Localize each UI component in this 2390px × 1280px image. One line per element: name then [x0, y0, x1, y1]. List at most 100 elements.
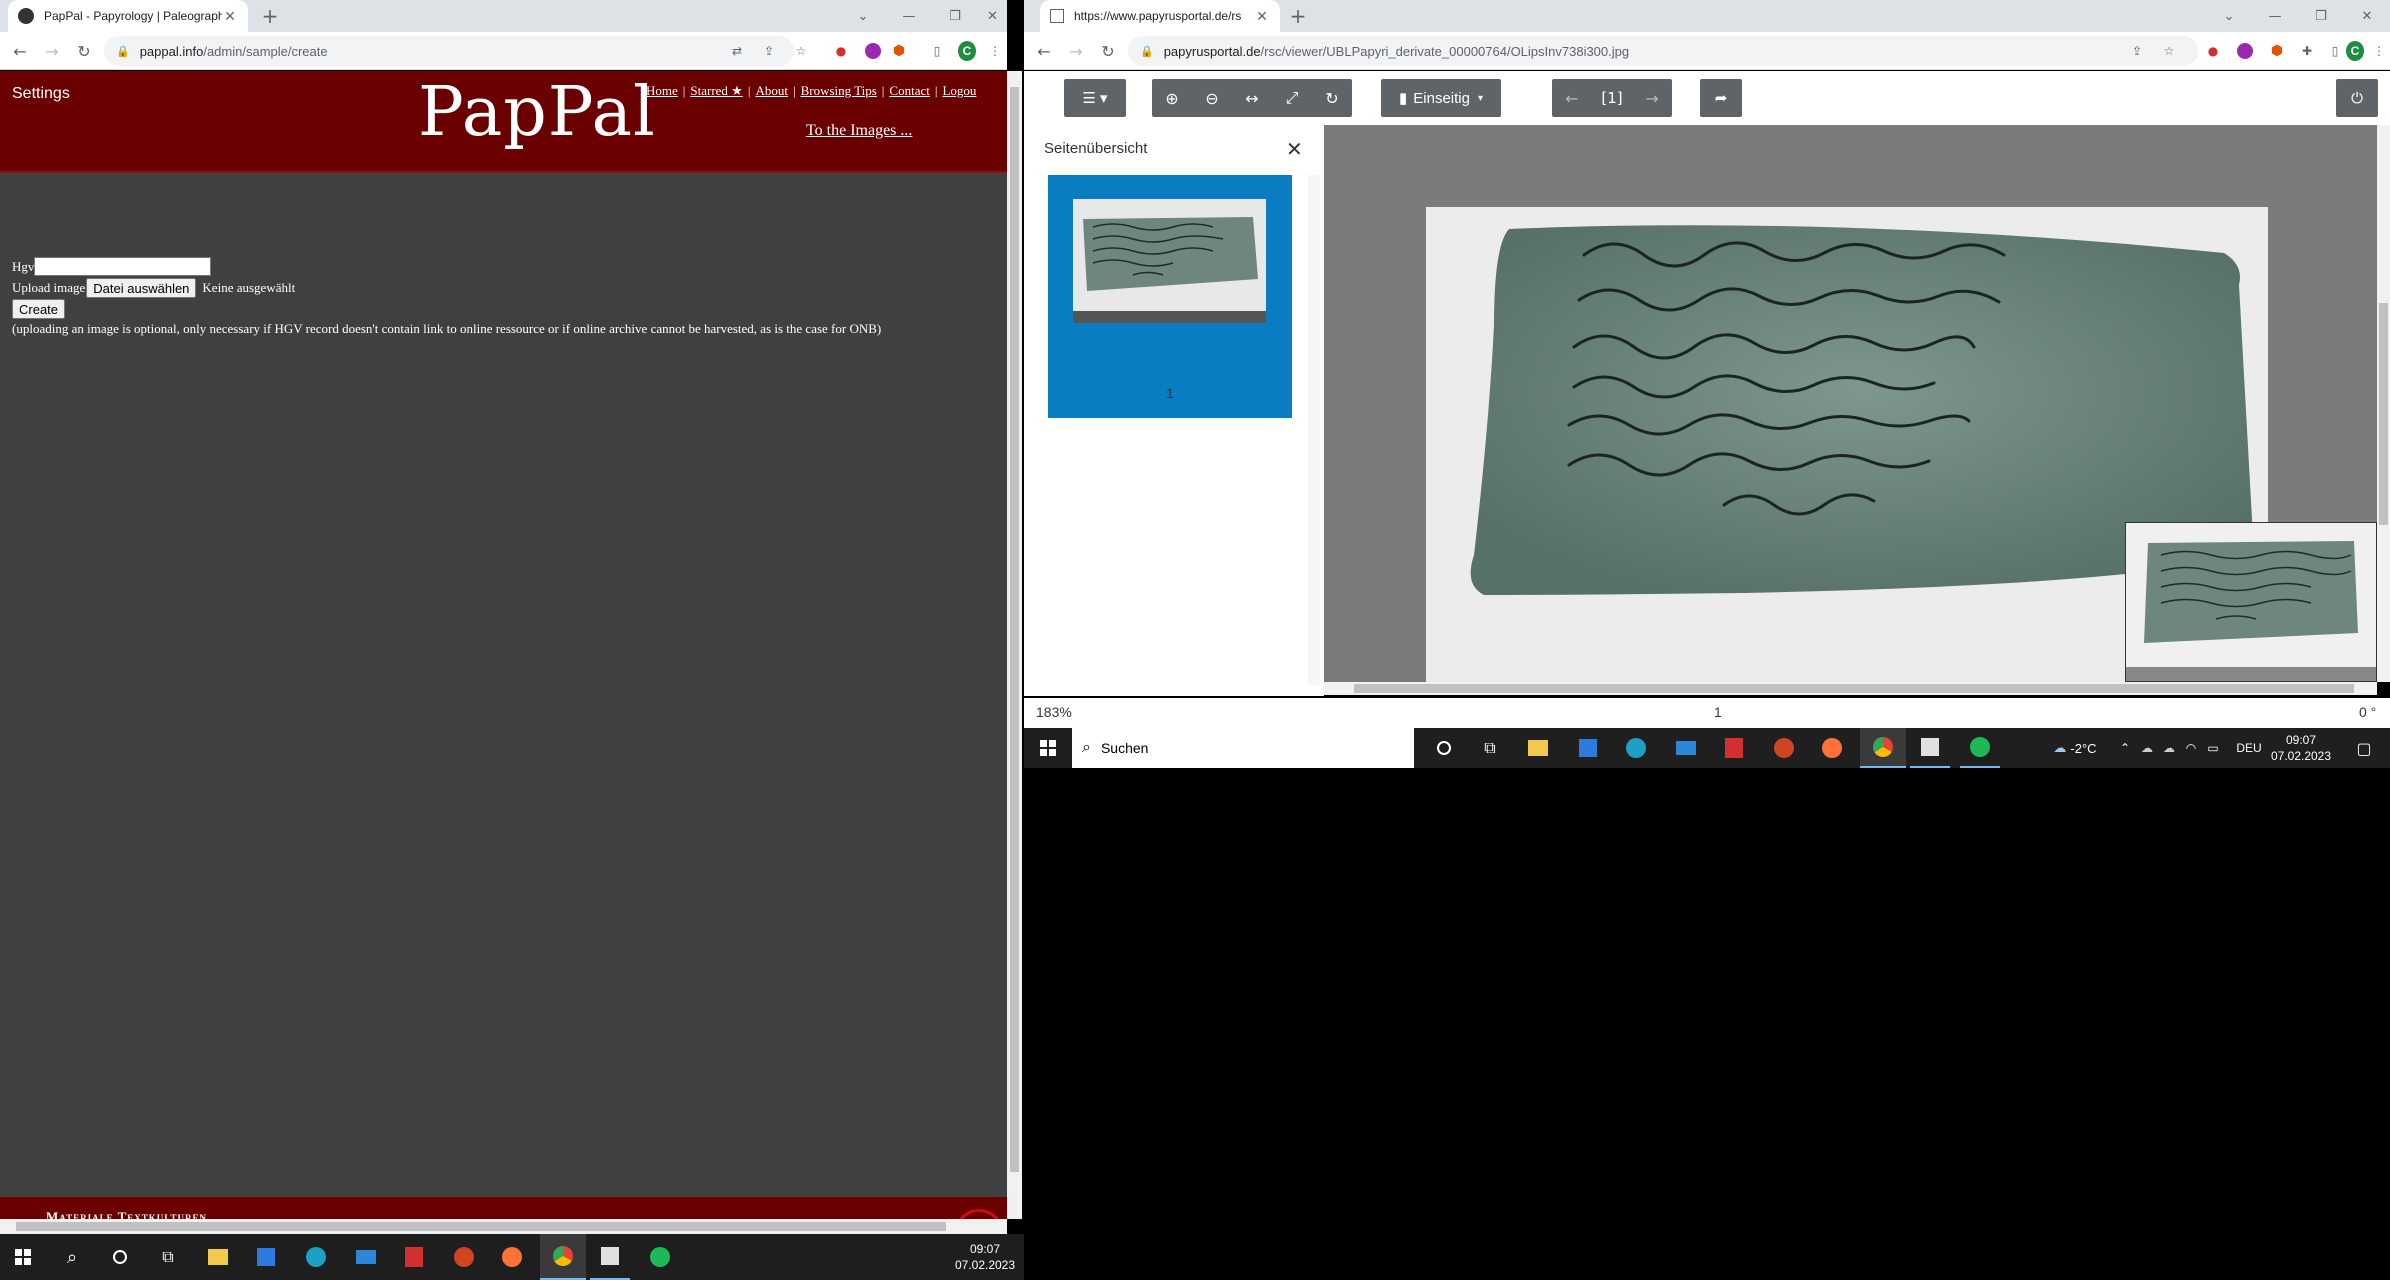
- extension-red-icon[interactable]: ●: [832, 42, 850, 60]
- close-icon[interactable]: ✕: [1254, 8, 1270, 24]
- create-button[interactable]: Create: [12, 299, 66, 319]
- start-windows-icon[interactable]: [0, 1234, 46, 1280]
- left-tab-pappal[interactable]: PapPal - Papyrology | Paleograph ✕: [8, 0, 248, 32]
- viewer-menu-button[interactable]: ☰ ▾: [1064, 79, 1126, 117]
- side-panel-icon[interactable]: ▯: [928, 42, 946, 60]
- share-icon[interactable]: ⇪: [760, 42, 778, 60]
- chrome-icon[interactable]: [1860, 728, 1906, 768]
- file-explorer-icon[interactable]: [1518, 728, 1558, 768]
- minimize-button[interactable]: —: [2252, 0, 2298, 32]
- reload-icon[interactable]: ↻: [72, 39, 96, 63]
- power-button[interactable]: ⏻: [2336, 79, 2378, 117]
- cloud-sync-icon[interactable]: ☁: [2158, 728, 2180, 768]
- extension-orange-icon[interactable]: ⬢: [890, 42, 908, 60]
- restore-button[interactable]: ❐: [932, 0, 978, 32]
- tab-search-icon[interactable]: ⌄: [840, 0, 886, 32]
- image-canvas[interactable]: [1324, 125, 2377, 682]
- page-thumbnail-1[interactable]: 1: [1048, 175, 1292, 418]
- battery-icon[interactable]: ▭: [2202, 728, 2224, 768]
- sidebar-scrollbar[interactable]: [1308, 175, 1320, 685]
- reload-icon[interactable]: ↻: [1096, 39, 1120, 63]
- fit-width-icon[interactable]: ↔: [1232, 79, 1272, 117]
- restore-button[interactable]: ❐: [2298, 0, 2344, 32]
- close-sidebar-icon[interactable]: ✕: [1286, 137, 1303, 161]
- acrobat-icon[interactable]: [394, 1234, 434, 1280]
- star-icon[interactable]: ☆: [792, 42, 810, 60]
- zoom-out-icon[interactable]: ⊖: [1192, 79, 1232, 117]
- menu-dots-icon[interactable]: ⋮: [2370, 42, 2388, 60]
- cortana-icon[interactable]: [100, 1234, 140, 1280]
- cortana-icon[interactable]: [1424, 728, 1464, 768]
- page-indicator[interactable]: [1]: [1592, 79, 1632, 117]
- store-icon[interactable]: [246, 1234, 286, 1280]
- left-vertical-scrollbar[interactable]: [1007, 71, 1022, 1219]
- share-button[interactable]: ➦: [1700, 79, 1742, 117]
- viewer-scroll-thumb[interactable]: [2379, 303, 2388, 525]
- acrobat-icon[interactable]: [1714, 728, 1754, 768]
- share-icon[interactable]: ⇪: [2128, 42, 2146, 60]
- viewer-horizontal-scrollbar[interactable]: [1324, 682, 2377, 695]
- next-page-icon[interactable]: →: [1632, 79, 1672, 117]
- profile-avatar[interactable]: C: [2346, 41, 2364, 61]
- right-taskbar-clock[interactable]: 09:07 07.02.2023: [2266, 732, 2336, 764]
- window-close-button[interactable]: ✕: [2344, 0, 2390, 32]
- extension-purple-icon[interactable]: [864, 42, 882, 60]
- viewer-hscroll-thumb[interactable]: [1354, 684, 2354, 693]
- translate-icon[interactable]: ⇄: [728, 42, 746, 60]
- onedrive-icon[interactable]: ☁: [2136, 728, 2158, 768]
- nav-starred[interactable]: Starred ★: [690, 83, 742, 98]
- nav-contact[interactable]: Contact: [889, 83, 929, 98]
- fit-page-icon[interactable]: ⤢: [1272, 79, 1312, 117]
- choose-file-button[interactable]: Datei auswählen: [86, 278, 197, 298]
- left-hscroll-thumb[interactable]: [16, 1222, 946, 1231]
- file-explorer-icon[interactable]: [198, 1234, 238, 1280]
- new-tab-button[interactable]: +: [258, 4, 282, 28]
- rotate-icon[interactable]: ↻: [1312, 79, 1352, 117]
- to-images-link[interactable]: To the Images ...: [806, 122, 912, 140]
- start-windows-icon[interactable]: [1024, 728, 1072, 768]
- left-taskbar-clock[interactable]: 09:07 07.02.2023: [950, 1241, 1020, 1273]
- previous-page-icon[interactable]: ←: [1552, 79, 1592, 117]
- settings-link[interactable]: Settings: [12, 85, 70, 103]
- firefox-icon[interactable]: [492, 1234, 532, 1280]
- forward-icon[interactable]: →: [40, 39, 64, 63]
- star-icon[interactable]: ☆: [2160, 42, 2178, 60]
- tab-search-icon[interactable]: ⌄: [2206, 0, 2252, 32]
- nav-logout[interactable]: Logou: [942, 83, 976, 98]
- hgv-input[interactable]: [34, 257, 212, 276]
- chrome-icon[interactable]: [540, 1234, 586, 1280]
- taskbar-search-box[interactable]: ⌕ Suchen: [1072, 728, 1414, 768]
- extension-orange-icon[interactable]: ⬢: [2268, 42, 2286, 60]
- pappal-logo[interactable]: PapPal: [418, 73, 656, 152]
- mail-icon[interactable]: [346, 1234, 386, 1280]
- viewer-vertical-scrollbar[interactable]: [2377, 125, 2390, 682]
- layout-dropdown[interactable]: ▮ Einseitig ▾: [1381, 79, 1501, 117]
- weather-icon[interactable]: ☁ -2°C: [2040, 728, 2110, 768]
- powerpoint-icon[interactable]: [1764, 728, 1804, 768]
- task-view-icon[interactable]: ⧉: [148, 1234, 188, 1280]
- nav-browsing-tips[interactable]: Browsing Tips: [801, 83, 877, 98]
- left-address-bar[interactable]: 🔒 pappal.info/admin/sample/create: [104, 36, 794, 66]
- zoom-in-icon[interactable]: ⊕: [1152, 79, 1192, 117]
- new-tab-button[interactable]: +: [1286, 4, 1310, 28]
- powerpoint-icon[interactable]: [444, 1234, 484, 1280]
- window-close-button[interactable]: ✕: [978, 0, 1007, 32]
- wifi-icon[interactable]: ◠: [2180, 728, 2202, 768]
- extension-red-icon[interactable]: ●: [2204, 42, 2222, 60]
- left-scroll-thumb[interactable]: [1010, 87, 1019, 1172]
- mail-icon[interactable]: [1666, 728, 1706, 768]
- navigator-minimap[interactable]: [2125, 522, 2377, 682]
- edge-icon[interactable]: [296, 1234, 336, 1280]
- notification-icon[interactable]: ▢: [2344, 728, 2384, 768]
- right-tab-papyrusportal[interactable]: https://www.papyrusportal.de/rs ✕: [1040, 0, 1280, 32]
- language-indicator[interactable]: DEU: [2234, 728, 2264, 768]
- store-icon[interactable]: [1568, 728, 1608, 768]
- notepad-app-icon[interactable]: [590, 1234, 630, 1280]
- chevron-up-icon[interactable]: ⌃: [2114, 728, 2136, 768]
- search-icon[interactable]: ⌕: [52, 1234, 92, 1280]
- extension-purple-icon[interactable]: [2236, 42, 2254, 60]
- close-icon[interactable]: ✕: [222, 8, 238, 24]
- notepad-app-icon[interactable]: [1910, 728, 1950, 768]
- nav-about[interactable]: About: [755, 83, 788, 98]
- firefox-icon[interactable]: [1812, 728, 1852, 768]
